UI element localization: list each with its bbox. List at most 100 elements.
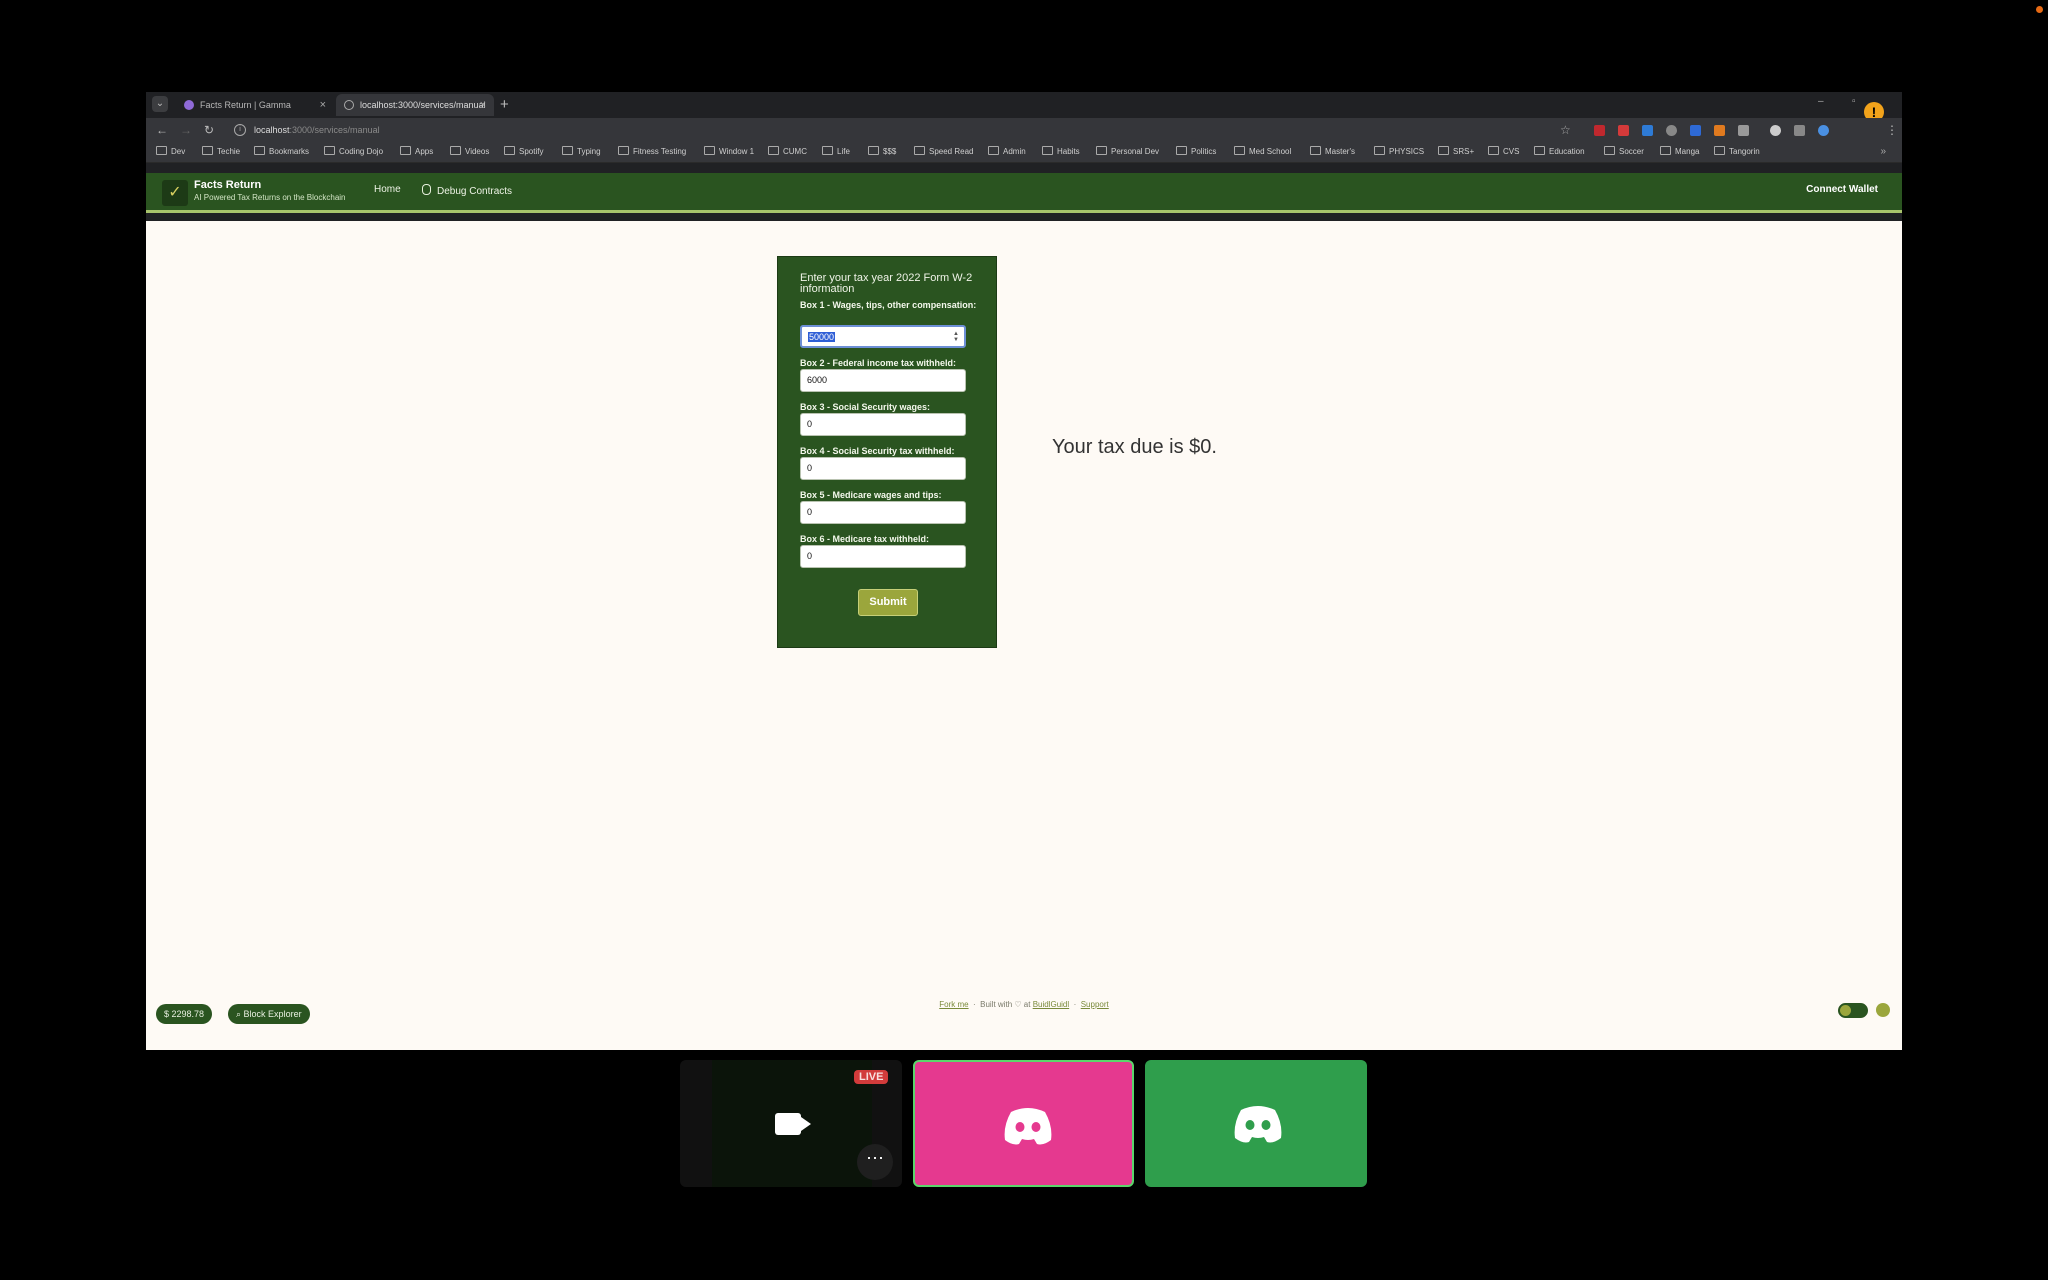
tab-facts-return-gamma[interactable]: Facts Return | Gamma × xyxy=(176,94,334,116)
bookmark-item[interactable]: Life xyxy=(822,142,850,162)
metamask-icon[interactable] xyxy=(1714,125,1725,136)
side-panel-icon[interactable] xyxy=(1794,125,1805,136)
submit-button[interactable]: Submit xyxy=(858,589,918,616)
globe-icon xyxy=(344,100,354,110)
more-options-icon[interactable]: ⋯ xyxy=(857,1144,893,1180)
reload-icon[interactable]: ↻ xyxy=(204,122,214,138)
bookmark-item[interactable]: Coding Dojo xyxy=(324,142,383,162)
bug-icon xyxy=(422,184,431,195)
participant-tile-pink[interactable] xyxy=(913,1060,1134,1187)
box1-input[interactable]: 50000 ▲ ▼ xyxy=(800,325,966,348)
tab-search-button[interactable]: ⌄ xyxy=(152,96,168,112)
fork-me-link[interactable]: Fork me xyxy=(939,1000,968,1009)
bookmark-item[interactable]: SRS+ xyxy=(1438,142,1474,162)
extension-icon[interactable] xyxy=(1690,125,1701,136)
back-icon[interactable]: ← xyxy=(156,122,168,138)
kebab-menu-icon[interactable]: ⋮ xyxy=(1886,122,1898,138)
folder-icon xyxy=(156,146,167,155)
bookmark-item[interactable]: CVS xyxy=(1488,142,1519,162)
close-tab-icon[interactable]: × xyxy=(480,94,486,116)
box6-input[interactable]: 0 xyxy=(800,545,966,568)
folder-icon xyxy=(504,146,515,155)
url-path: :3000/services/manual xyxy=(289,125,380,135)
url-host: localhost xyxy=(254,125,290,135)
bookmark-item[interactable]: Window 1 xyxy=(704,142,754,162)
bookmark-item[interactable]: CUMC xyxy=(768,142,807,162)
bookmark-item[interactable]: Tangorin xyxy=(1714,142,1760,162)
restore-button[interactable]: ▫ xyxy=(1852,94,1856,110)
bookmark-label: Admin xyxy=(1003,147,1026,156)
bookmark-item[interactable]: Fitness Testing xyxy=(618,142,686,162)
bookmark-item[interactable]: Master's xyxy=(1310,142,1355,162)
folder-icon xyxy=(562,146,573,155)
bookmark-item[interactable]: Videos xyxy=(450,142,489,162)
box5-input[interactable]: 0 xyxy=(800,501,966,524)
bookmark-item[interactable]: Typing xyxy=(562,142,601,162)
bookmark-item[interactable]: Spotify xyxy=(504,142,543,162)
folder-icon xyxy=(1374,146,1385,155)
box3-input[interactable]: 0 xyxy=(800,413,966,436)
nav-debug-label: Debug Contracts xyxy=(437,186,513,197)
nav-debug-contracts[interactable]: Debug Contracts xyxy=(422,184,512,197)
bookmark-label: Speed Read xyxy=(929,147,974,156)
minimize-button[interactable]: – xyxy=(1818,94,1824,110)
gamma-favicon-icon xyxy=(184,100,194,110)
extension-icon[interactable] xyxy=(1642,125,1653,136)
bookmark-item[interactable]: $$$ xyxy=(868,142,896,162)
connect-wallet-button[interactable]: Connect Wallet xyxy=(1806,184,1878,195)
bookmark-item[interactable]: Education xyxy=(1534,142,1585,162)
bookmark-item[interactable]: Politics xyxy=(1176,142,1216,162)
nav-home[interactable]: Home xyxy=(374,184,401,195)
bookmark-item[interactable]: Dev xyxy=(156,142,185,162)
profile-avatar[interactable] xyxy=(1818,125,1829,136)
bookmark-item[interactable]: Soccer xyxy=(1604,142,1644,162)
live-badge: LIVE xyxy=(854,1070,889,1084)
extension-icon[interactable] xyxy=(1594,125,1605,136)
bookmarks-overflow-icon[interactable]: » xyxy=(1880,142,1886,162)
bookmark-label: Master's xyxy=(1325,147,1355,156)
bookmark-item[interactable]: Apps xyxy=(400,142,433,162)
tab-localhost[interactable]: localhost:3000/services/manual × xyxy=(336,94,494,116)
extension-icon[interactable] xyxy=(1666,125,1677,136)
extensions-puzzle-icon[interactable] xyxy=(1738,125,1749,136)
facts-return-logo[interactable]: ✓ xyxy=(162,180,188,206)
bookmark-item[interactable]: Speed Read xyxy=(914,142,973,162)
address-bar[interactable]: i localhost:3000/services/manual xyxy=(226,121,1744,139)
bookmark-item[interactable]: Techie xyxy=(202,142,240,162)
extension-icon[interactable] xyxy=(1618,125,1629,136)
support-link[interactable]: Support xyxy=(1081,1000,1109,1009)
stepper-icon[interactable]: ▲ ▼ xyxy=(953,331,959,343)
bookmark-item[interactable]: Bookmarks xyxy=(254,142,309,162)
toggle-knob xyxy=(1840,1005,1851,1016)
bookmark-star-icon[interactable]: ☆ xyxy=(1560,122,1571,138)
box2-input[interactable]: 6000 xyxy=(800,369,966,392)
folder-icon xyxy=(1488,146,1499,155)
new-tab-button[interactable]: + xyxy=(500,94,509,116)
forward-icon[interactable]: → xyxy=(180,122,192,138)
bookmark-label: Bookmarks xyxy=(269,147,310,156)
bookmark-item[interactable]: Med School xyxy=(1234,142,1291,162)
box6-label: Box 6 - Medicare tax withheld: xyxy=(800,534,930,544)
folder-icon xyxy=(1042,146,1053,155)
bookmark-item[interactable]: Manga xyxy=(1660,142,1699,162)
folder-icon xyxy=(324,146,335,155)
box4-input[interactable]: 0 xyxy=(800,457,966,480)
notification-dot xyxy=(2036,6,2043,13)
participant-tile-green[interactable] xyxy=(1145,1060,1367,1187)
bookmark-item[interactable]: Admin xyxy=(988,142,1026,162)
site-info-icon[interactable]: i xyxy=(234,124,246,136)
buidlguidl-link[interactable]: BuidlGuidl xyxy=(1033,1000,1069,1009)
bookmark-item[interactable]: Habits xyxy=(1042,142,1080,162)
w2-form-card: Enter your tax year 2022 Form W-2 inform… xyxy=(777,256,997,648)
brand-tagline: AI Powered Tax Returns on the Blockchain xyxy=(194,193,346,202)
theme-toggle[interactable] xyxy=(1838,1003,1868,1018)
bookmark-label: Education xyxy=(1549,147,1585,156)
google-icon[interactable] xyxy=(1770,125,1781,136)
box5-label: Box 5 - Medicare wages and tips: xyxy=(800,490,942,500)
bookmark-item[interactable]: PHYSICS xyxy=(1374,142,1424,162)
bookmark-item[interactable]: Personal Dev xyxy=(1096,142,1159,162)
folder-icon xyxy=(1176,146,1187,155)
folder-icon xyxy=(1534,146,1545,155)
close-tab-icon[interactable]: × xyxy=(320,94,326,116)
brand-name: Facts Return xyxy=(194,179,262,191)
